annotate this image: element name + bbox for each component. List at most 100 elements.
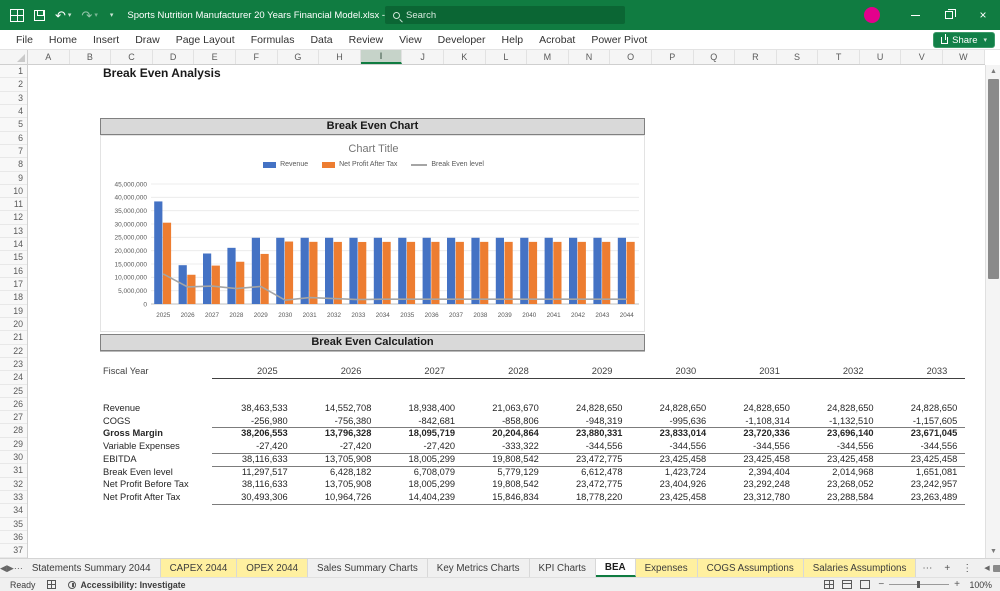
column-header-C[interactable]: C — [111, 50, 153, 64]
row-header-15[interactable]: 15 — [0, 251, 27, 264]
row-header-17[interactable]: 17 — [0, 278, 27, 291]
row-header-11[interactable]: 11 — [0, 198, 27, 211]
avatar[interactable] — [864, 7, 880, 23]
excel-app-icon[interactable] — [10, 9, 24, 22]
ribbon-tab-formulas[interactable]: Formulas — [243, 31, 303, 49]
row-header-24[interactable]: 24 — [0, 371, 27, 384]
sheet-nav-right-icon[interactable]: ▶ — [7, 559, 14, 577]
column-header-I[interactable]: I — [361, 50, 403, 64]
sheet-nav-left-icon[interactable]: ◀ — [0, 559, 7, 577]
scroll-up-icon[interactable]: ▲ — [986, 65, 1000, 78]
ribbon-tab-page-layout[interactable]: Page Layout — [168, 31, 243, 49]
sheet-tab-capex-2044[interactable]: CAPEX 2044 — [161, 559, 238, 577]
column-header-M[interactable]: M — [527, 50, 569, 64]
row-header-7[interactable]: 7 — [0, 145, 27, 158]
row-header-21[interactable]: 21 — [0, 331, 27, 344]
save-icon[interactable] — [34, 10, 45, 21]
column-header-T[interactable]: T — [818, 50, 860, 64]
ribbon-tab-file[interactable]: File — [8, 31, 41, 49]
row-header-20[interactable]: 20 — [0, 318, 27, 331]
tab-options-icon[interactable]: ⋮ — [956, 559, 978, 577]
row-header-25[interactable]: 25 — [0, 385, 27, 398]
sheet-tab-key-metrics-charts[interactable]: Key Metrics Charts — [428, 559, 530, 577]
undo-icon[interactable]: ↶▾ — [55, 9, 71, 22]
column-header-D[interactable]: D — [153, 50, 195, 64]
ribbon-tab-data[interactable]: Data — [302, 31, 340, 49]
row-header-6[interactable]: 6 — [0, 132, 27, 145]
sheet-nav-more-icon[interactable]: ⋯ — [14, 559, 23, 577]
sheet-tab-kpi-charts[interactable]: KPI Charts — [530, 559, 596, 577]
new-sheet-button[interactable]: + — [938, 559, 956, 577]
column-header-R[interactable]: R — [735, 50, 777, 64]
page-layout-view-icon[interactable] — [842, 580, 852, 589]
row-header-37[interactable]: 37 — [0, 544, 27, 557]
normal-view-icon[interactable] — [824, 580, 834, 589]
column-header-Q[interactable]: Q — [694, 50, 736, 64]
break-even-chart[interactable]: Chart Title RevenueNet Profit After TaxB… — [100, 135, 645, 332]
row-header-16[interactable]: 16 — [0, 265, 27, 278]
column-header-W[interactable]: W — [943, 50, 985, 64]
column-header-S[interactable]: S — [777, 50, 819, 64]
row-header-19[interactable]: 19 — [0, 305, 27, 318]
row-header-10[interactable]: 10 — [0, 185, 27, 198]
hscroll-left-icon[interactable]: ◀ — [984, 564, 989, 572]
column-header-G[interactable]: G — [278, 50, 320, 64]
zoom-slider[interactable]: − + — [878, 579, 960, 590]
horizontal-scrollbar-thumb[interactable] — [993, 565, 1000, 572]
macro-record-icon[interactable] — [47, 580, 56, 589]
zoom-in-icon[interactable]: + — [954, 579, 960, 590]
row-header-28[interactable]: 28 — [0, 424, 27, 437]
share-button[interactable]: Share ▾ — [933, 32, 995, 48]
ribbon-tab-draw[interactable]: Draw — [127, 31, 168, 49]
sheet-tab-cogs-assumptions[interactable]: COGS Assumptions — [698, 559, 804, 577]
column-header-F[interactable]: F — [236, 50, 278, 64]
vertical-scrollbar[interactable]: ▲ ▼ — [985, 65, 1000, 558]
row-header-18[interactable]: 18 — [0, 291, 27, 304]
row-header-8[interactable]: 8 — [0, 158, 27, 171]
row-header-27[interactable]: 27 — [0, 411, 27, 424]
row-header-36[interactable]: 36 — [0, 531, 27, 544]
row-header-30[interactable]: 30 — [0, 451, 27, 464]
select-all-corner[interactable] — [0, 50, 28, 65]
row-header-35[interactable]: 35 — [0, 518, 27, 531]
more-sheets-icon[interactable]: ⋯ — [916, 559, 938, 577]
row-header-29[interactable]: 29 — [0, 438, 27, 451]
ribbon-tab-power-pivot[interactable]: Power Pivot — [583, 31, 655, 49]
ribbon-tab-insert[interactable]: Insert — [85, 31, 127, 49]
search-input[interactable]: Search — [385, 6, 625, 24]
row-header-5[interactable]: 5 — [0, 118, 27, 131]
zoom-level[interactable]: 100% — [968, 580, 992, 590]
row-header-23[interactable]: 23 — [0, 358, 27, 371]
row-header-26[interactable]: 26 — [0, 398, 27, 411]
row-header-12[interactable]: 12 — [0, 211, 27, 224]
row-header-34[interactable]: 34 — [0, 504, 27, 517]
minimize-button[interactable] — [898, 0, 932, 30]
column-header-N[interactable]: N — [569, 50, 611, 64]
restore-button[interactable] — [932, 0, 966, 30]
column-header-H[interactable]: H — [319, 50, 361, 64]
row-header-4[interactable]: 4 — [0, 105, 27, 118]
sheet-tab-salaries-assumptions[interactable]: Salaries Assumptions — [804, 559, 917, 577]
row-header-1[interactable]: 1 — [0, 65, 27, 78]
row-header-3[interactable]: 3 — [0, 92, 27, 105]
scroll-down-icon[interactable]: ▼ — [986, 545, 1000, 558]
column-header-P[interactable]: P — [652, 50, 694, 64]
column-header-A[interactable]: A — [28, 50, 70, 64]
close-button[interactable]: × — [966, 0, 1000, 30]
column-header-E[interactable]: E — [194, 50, 236, 64]
ribbon-tab-home[interactable]: Home — [41, 31, 85, 49]
horizontal-scrollbar[interactable]: ◀ ▶ — [984, 559, 1000, 577]
sheet-tab-sales-summary-charts[interactable]: Sales Summary Charts — [308, 559, 428, 577]
customize-toolbar-icon[interactable]: ▾ — [108, 12, 114, 19]
column-header-L[interactable]: L — [486, 50, 528, 64]
row-header-31[interactable]: 31 — [0, 464, 27, 477]
zoom-thumb[interactable] — [917, 581, 920, 588]
column-header-K[interactable]: K — [444, 50, 486, 64]
vertical-scrollbar-thumb[interactable] — [988, 79, 999, 279]
row-header-33[interactable]: 33 — [0, 491, 27, 504]
column-header-V[interactable]: V — [901, 50, 943, 64]
row-header-2[interactable]: 2 — [0, 78, 27, 91]
row-header-14[interactable]: 14 — [0, 238, 27, 251]
row-header-9[interactable]: 9 — [0, 172, 27, 185]
sheet-tab-expenses[interactable]: Expenses — [636, 559, 698, 577]
